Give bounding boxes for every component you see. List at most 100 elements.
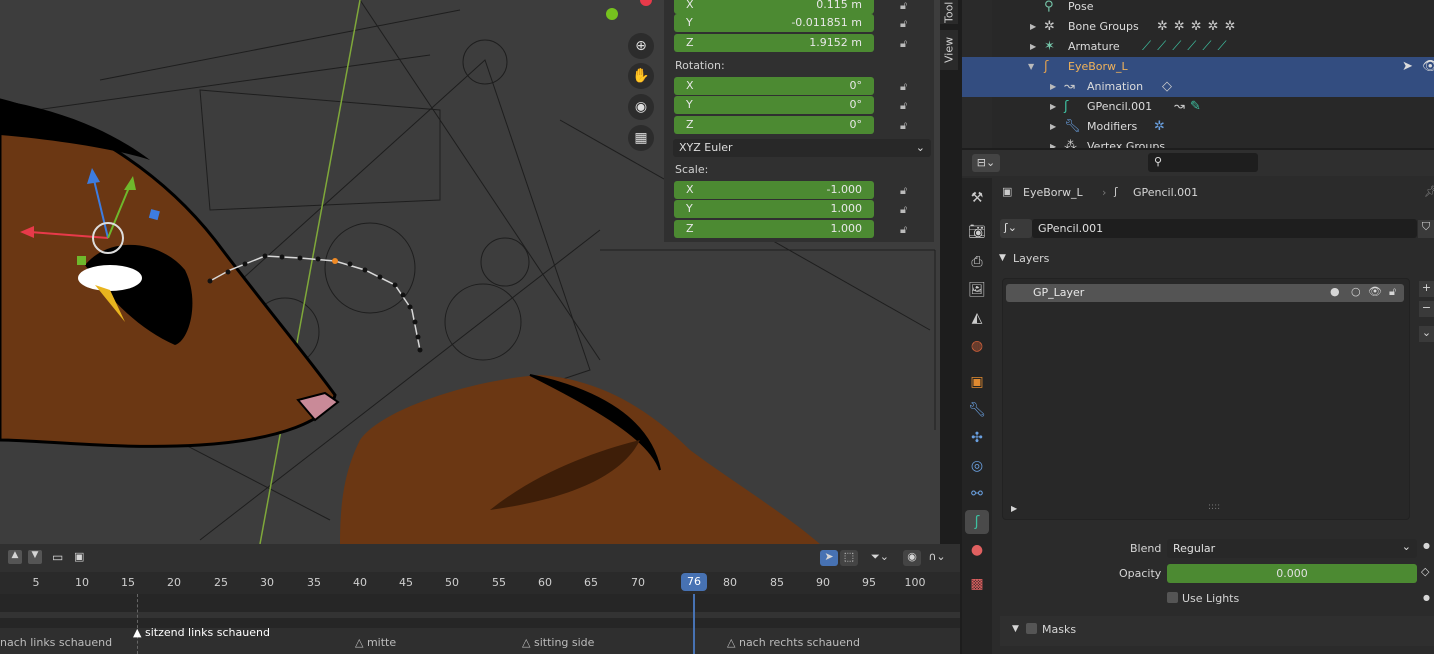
current-frame-indicator[interactable]: 76 [681,573,707,591]
timeline-editor[interactable]: ▲ ▼ ▭ ▣ ➤ ⬚ ⏷⌄ ◉ ∩⌄ 5 10 15 20 25 30 35 … [0,544,960,654]
output-tab-icon[interactable]: ⎙ [965,250,989,274]
triangle-up-icon[interactable]: ▲ [8,550,22,564]
marker-nach-rechts-schauend[interactable]: △ nach rechts schauend [727,636,860,649]
select-arrow-icon[interactable]: ➤ [1402,59,1413,74]
masks-panel-header[interactable]: ▼ Masks [1000,616,1434,646]
gpencil-data-tab-icon[interactable]: ʃ [965,510,989,534]
lock-icon[interactable]: 🔓︎ [900,80,914,93]
outliner-row-vertex-groups[interactable]: ▶ ⁂ Vertex Groups [962,137,1434,148]
mask-circle-icon[interactable]: ○ [1351,285,1361,298]
modifier-tab-icon[interactable]: 🔧︎ [965,398,989,422]
lock-icon[interactable]: 🔓︎ [900,0,914,12]
eye-icon[interactable]: 👁︎ [1422,59,1434,74]
constraints-tab-icon[interactable]: ⚯ [965,482,989,506]
lock-icon[interactable]: 🔓︎ [900,223,914,236]
rotation-x-field[interactable]: X 0° [674,77,874,95]
ortho-grid-icon[interactable]: ▦ [628,125,654,151]
triangle-down-icon[interactable]: ▼ [28,550,42,564]
masks-checkbox[interactable] [1026,623,1037,634]
layer-item-gp-layer[interactable]: GP_Layer ● ○ 👁︎ 🔓︎ [1006,284,1404,302]
breadcrumb-object[interactable]: EyeBorw_L [1023,186,1083,199]
scale-z-field[interactable]: Z 1.000 [674,220,874,238]
breadcrumb-data[interactable]: GPencil.001 [1133,186,1198,199]
world-tab-icon[interactable]: ◍ [965,334,989,358]
rotation-z-field[interactable]: Z 0° [674,116,874,134]
outliner-row-bone-groups[interactable]: ▶ ✲ Bone Groups ✲✲✲✲✲ [962,17,1434,37]
expand-arrow-icon[interactable]: ▶ [1030,22,1036,31]
outliner-row-pose[interactable]: ⚲ Pose [962,0,1434,17]
collapse-arrow-icon[interactable]: ▼ [1028,62,1034,71]
expand-arrow-icon[interactable]: ▶ [1030,42,1036,51]
camera-view-icon[interactable]: ◉ [628,94,654,120]
use-lights-checkbox[interactable] [1167,592,1178,603]
physics-tab-icon[interactable]: ◎ [965,454,989,478]
outliner[interactable]: ⛶ ⚲ Pose ▶ ✲ Bone Groups ✲✲✲✲✲ ▶ ✶ Armat… [962,0,1434,148]
lock-icon[interactable]: 🔓︎ [900,203,914,216]
outliner-row-animation[interactable]: ▶ ↝ Animation ◇ [962,77,1434,97]
tab-tool[interactable]: Tool [940,0,958,24]
box-select-icon[interactable]: ⬚ [840,550,858,566]
datablock-name-field[interactable]: GPencil.001 [1032,219,1417,238]
list-resize-grip-icon[interactable]: :::: [1208,502,1220,512]
view-layer-tab-icon[interactable]: 🖼︎ [965,278,989,302]
falloff-curve-icon[interactable]: ∩⌄ [925,550,949,566]
blend-mode-select[interactable]: Regular ⌄ [1167,539,1417,558]
editor-type-icon[interactable]: ⊟⌄ [972,154,1000,172]
location-y-field[interactable]: Y -0.011851 m [674,14,874,32]
keyframe-dot-icon[interactable]: ● [1423,541,1430,550]
fake-user-shield-icon[interactable]: ⛉ [1418,220,1434,238]
pin-icon[interactable]: 📌︎ [1424,185,1434,198]
expand-arrow-icon[interactable]: ▶ [1050,102,1056,111]
keyframe-dot-icon[interactable]: ● [1423,593,1430,602]
object-tab-icon[interactable]: ▣ [965,370,989,394]
rotation-mode-select[interactable]: XYZ Euler ⌄ [673,139,931,157]
add-layer-button[interactable]: + [1419,281,1434,297]
marker-nach-links-schauend[interactable]: nach links schauend [0,636,112,649]
chevron-down-icon[interactable]: ⌄ [1419,326,1434,342]
lock-icon[interactable]: ▣ [74,550,88,564]
lock-icon[interactable]: 🔓︎ [900,99,914,112]
lock-icon[interactable]: 🔓︎ [900,37,914,50]
properties-editor[interactable]: ⊟⌄ ⚲ ⚒ 📷︎ ⎙ 🖼︎ ◭ ◍ ▣ 🔧︎ ✣ ◎ ⚯ ʃ ● ▩ ▣ Ey… [962,150,1434,654]
outliner-row-gpencil[interactable]: ▶ ʃ GPencil.001 ↝ ✎ [962,97,1434,117]
remove-layer-button[interactable]: − [1419,301,1434,317]
datablock-browse-button[interactable]: ʃ⌄ [1000,219,1032,238]
expand-arrow-icon[interactable]: ▶ [1050,142,1056,148]
lock-icon[interactable]: 🔓︎ [900,17,914,30]
lock-icon[interactable]: 🔓︎ [900,119,914,132]
layer-list[interactable]: GP_Layer ● ○ 👁︎ 🔓︎ ▶ :::: [1002,278,1410,520]
tool-tab-icon[interactable]: ⚒ [965,186,989,210]
list-expand-arrow-icon[interactable]: ▶ [1011,504,1017,513]
marker-sitzend-links-schauend[interactable]: ▲ sitzend links schauend [133,626,270,639]
collapse-arrow-icon[interactable]: ▼ [999,253,1006,263]
effects-tab-icon[interactable]: ✣ [965,426,989,450]
outliner-row-armature[interactable]: ▶ ✶ Armature ⟋⟋⟋⟋⟋⟋ [962,37,1434,57]
scale-x-field[interactable]: X -1.000 [674,181,874,199]
pan-hand-icon[interactable]: ✋ [628,63,654,89]
location-z-field[interactable]: Z 1.9152 m [674,34,874,52]
properties-search-input[interactable]: ⚲ [1148,153,1258,172]
marker-sitting-side[interactable]: △ sitting side [522,636,594,649]
scene-tab-icon[interactable]: ◭ [965,306,989,330]
opacity-slider[interactable]: 0.000 [1167,564,1417,583]
expand-arrow-icon[interactable]: ▶ [1050,82,1056,91]
scale-y-field[interactable]: Y 1.000 [674,200,874,218]
keyframe-diamond-icon[interactable]: ◇ [1421,565,1429,578]
playhead-line[interactable] [693,594,695,654]
frame-ruler[interactable]: 5 10 15 20 25 30 35 40 45 50 55 60 65 70… [0,572,960,594]
eye-icon[interactable]: 👁︎ [1368,285,1382,298]
lock-icon[interactable]: 🔓︎ [1389,285,1396,299]
display-icon[interactable]: ▭ [52,550,68,564]
texture-tab-icon[interactable]: ▩ [965,572,989,596]
proportional-edit-icon[interactable]: ◉ [903,550,921,566]
tab-view[interactable]: View [940,30,958,70]
select-cursor-icon[interactable]: ➤ [820,550,838,566]
location-x-field[interactable]: X 0.115 m [674,0,874,14]
layers-panel-title[interactable]: Layers [1013,252,1049,265]
zoom-icon[interactable]: ⊕ [628,33,654,59]
onion-skin-icon[interactable]: ● [1330,285,1340,298]
expand-arrow-icon[interactable]: ▶ [1050,122,1056,131]
material-tab-icon[interactable]: ● [965,538,989,562]
filter-icon[interactable]: ⏷⌄ [866,550,894,566]
outliner-row-modifiers[interactable]: ▶ 🔧︎ Modifiers ✲ [962,117,1434,137]
